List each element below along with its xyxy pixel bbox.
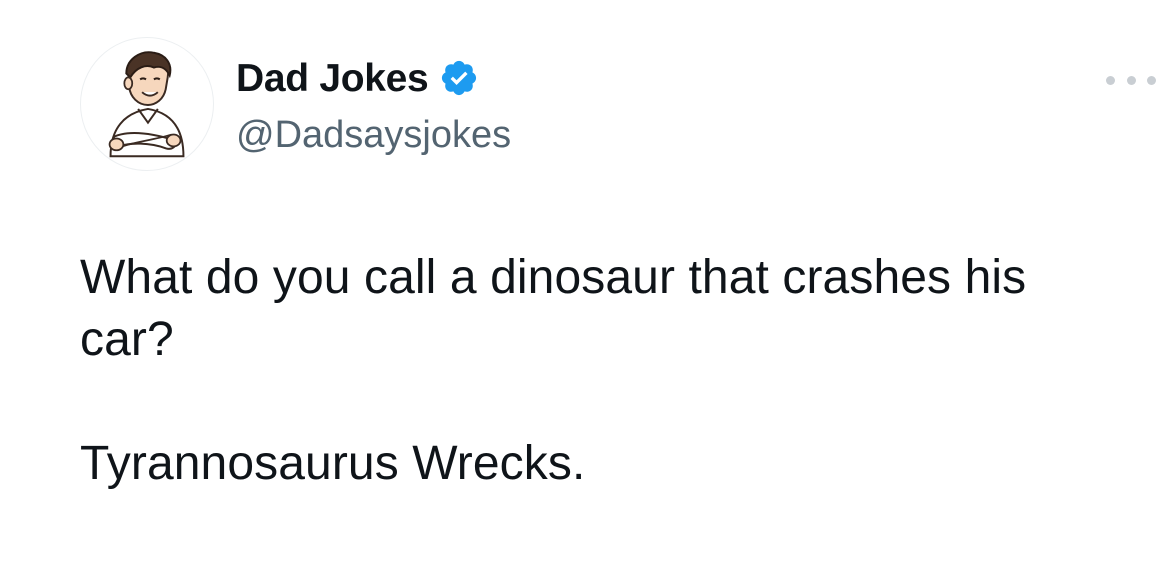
author-handle[interactable]: @Dadsaysjokes [236,113,511,159]
cartoon-dad-avatar-icon [108,51,185,158]
more-dot [1126,75,1136,85]
tweet: Dad Jokes @Dadsaysjokes What do you call… [0,0,1170,584]
tweet-question-line: What do you call a dinosaur that crashes… [80,251,1027,304]
verified-badge-icon[interactable] [439,58,479,98]
avatar[interactable] [80,37,214,171]
tweet-text: What do you call a dinosaur that crashes… [80,247,1120,495]
tweet-answer: Tyrannosaurus Wrecks. [80,437,586,490]
display-name[interactable]: Dad Jokes [236,59,429,98]
tweet-question-line: car? [80,313,174,366]
more-dot [1106,75,1115,85]
more-dot [1147,75,1156,85]
author-name-row: Dad Jokes [236,52,479,104]
more-options-icon[interactable] [1106,70,1156,90]
